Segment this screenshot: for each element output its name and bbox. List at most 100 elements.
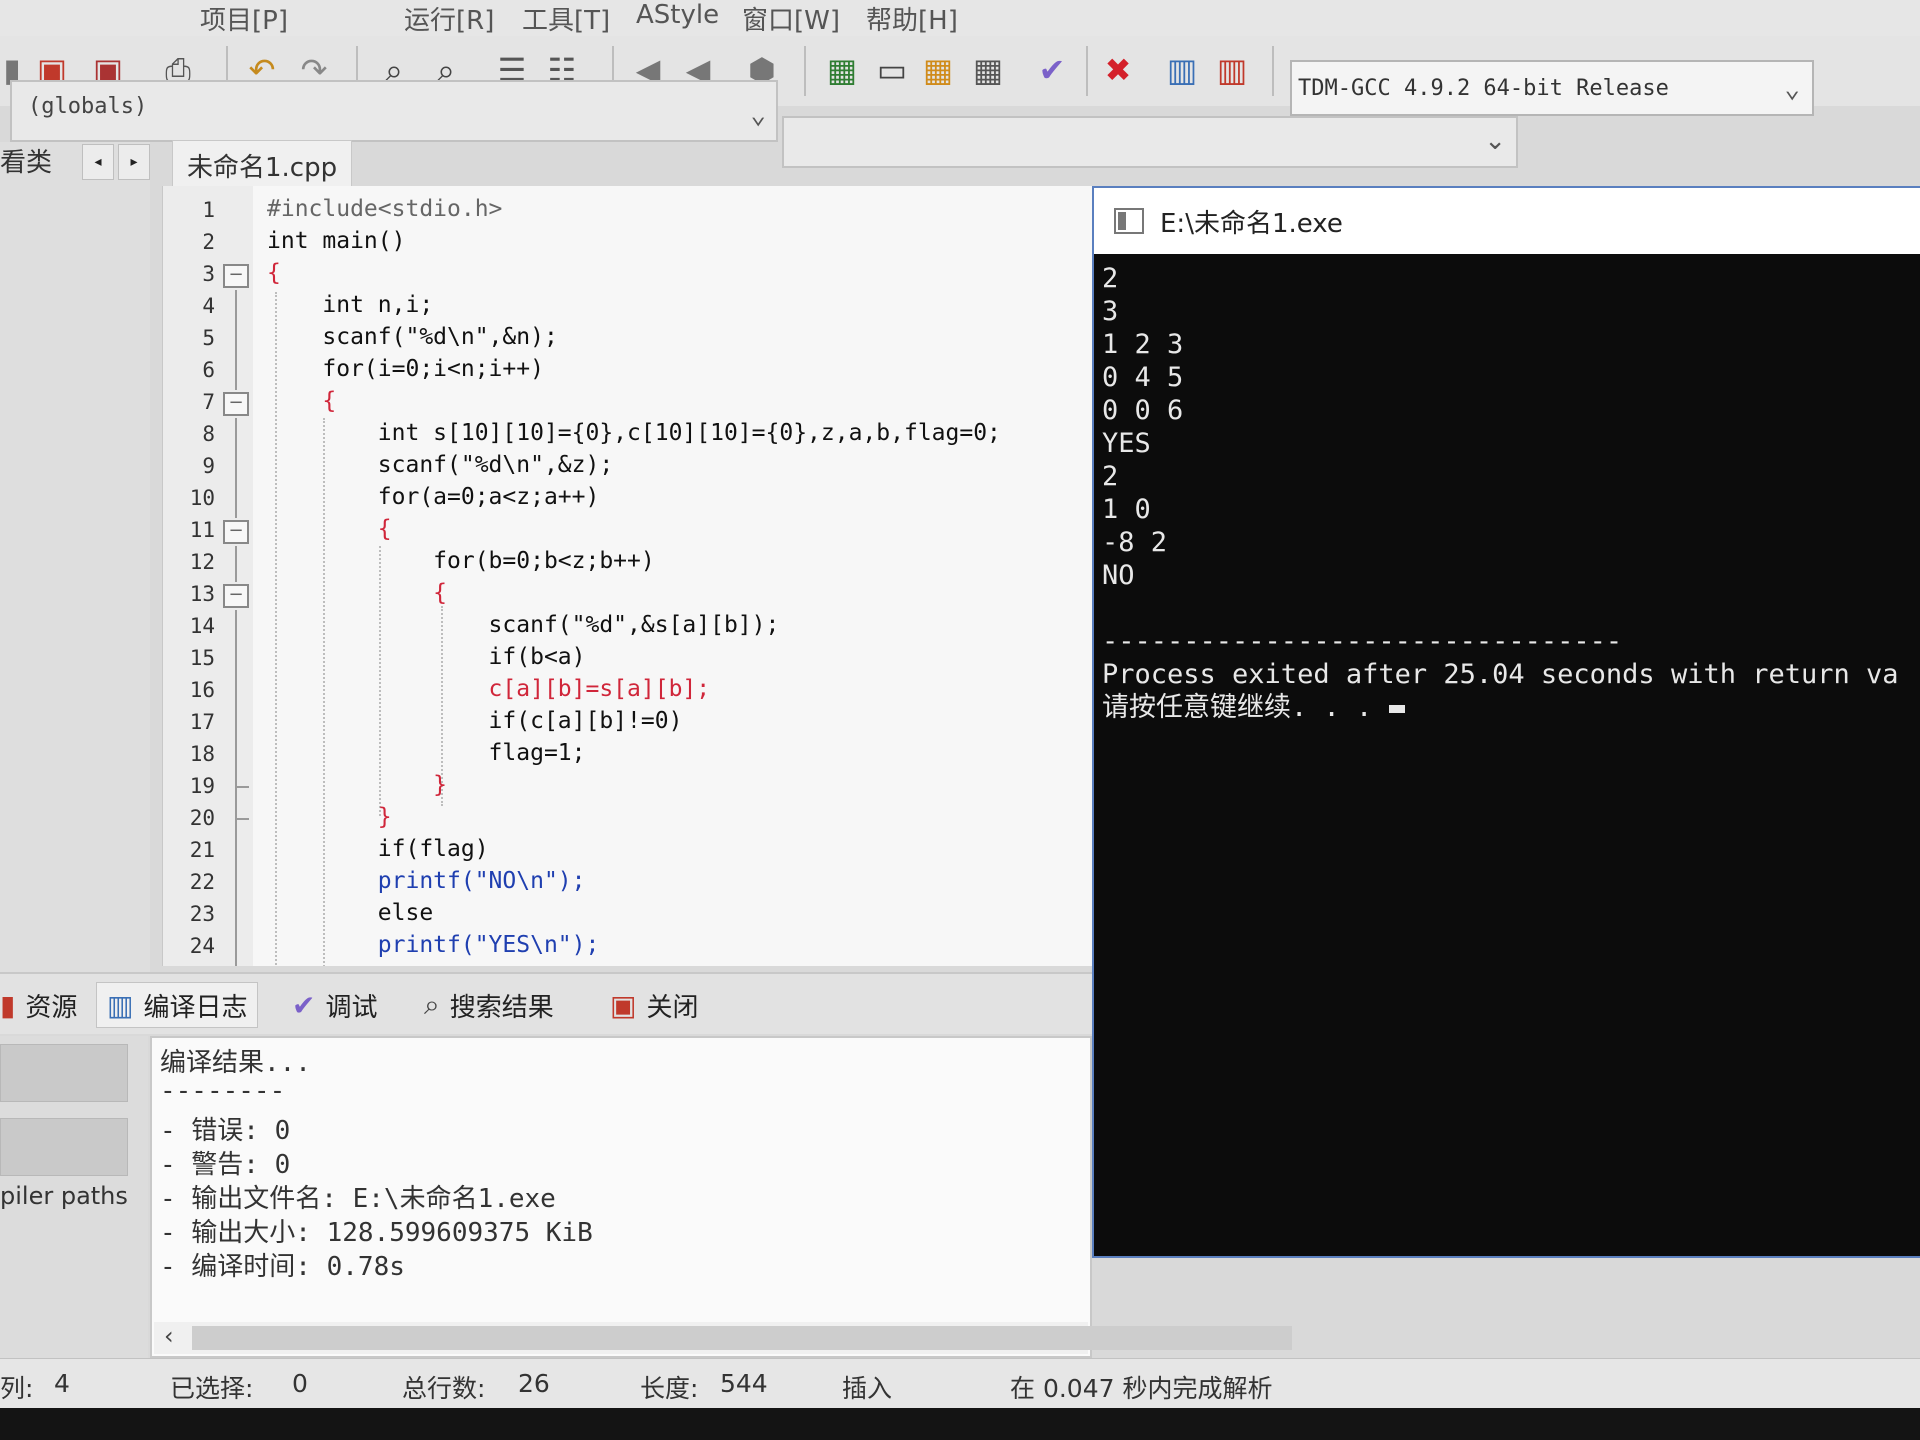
line-number-gutter: 1 2 3 4 5 6 7 8 9 10 11 12 13 14 15 16 1… bbox=[163, 186, 253, 966]
console-line: 2 bbox=[1102, 461, 1119, 492]
compiler-paths-label[interactable]: piler paths bbox=[0, 1182, 128, 1210]
code-line: #include<stdio.h> bbox=[267, 196, 503, 222]
file-tab-label: 未命名1.cpp bbox=[187, 153, 338, 183]
panel-slot bbox=[0, 1044, 128, 1102]
code-line: { bbox=[267, 580, 448, 606]
log-line: 编译结果... bbox=[160, 1048, 311, 1078]
search-icon: ⌕ bbox=[424, 988, 440, 1021]
log-line: - 警告: 0 bbox=[160, 1150, 291, 1180]
status-length-value: 544 bbox=[720, 1369, 768, 1398]
tab-resources[interactable]: ▮ 资源 bbox=[0, 982, 77, 1028]
menu-window[interactable]: 窗口[W] bbox=[742, 0, 840, 37]
line-number: 4 bbox=[202, 294, 215, 318]
code-line: for(b=0;b<z;b++) bbox=[267, 548, 655, 574]
resource-icon: ▮ bbox=[0, 988, 16, 1022]
status-total-value: 26 bbox=[518, 1369, 550, 1398]
tab-prev-button[interactable]: ◂ bbox=[82, 144, 114, 180]
compile-run-icon[interactable]: ▦ bbox=[916, 48, 960, 92]
tab-debug[interactable]: ✔ 调试 bbox=[292, 982, 377, 1028]
fold-toggle-icon[interactable]: − bbox=[223, 584, 249, 608]
tab-compile-log[interactable]: ▥ 编译日志 bbox=[96, 982, 259, 1028]
code-editor[interactable]: 1 2 3 4 5 6 7 8 9 10 11 12 13 14 15 16 1… bbox=[162, 186, 1102, 966]
status-col-value: 4 bbox=[54, 1369, 70, 1398]
fold-toggle-icon[interactable]: − bbox=[223, 392, 249, 416]
check-icon: ✔ bbox=[292, 988, 316, 1022]
profile-chart-icon[interactable]: ▥ bbox=[1160, 48, 1204, 92]
log-line: -------- bbox=[160, 1076, 286, 1106]
line-number: 22 bbox=[189, 870, 215, 894]
console-titlebar[interactable]: E:\未命名1.exe bbox=[1094, 188, 1920, 254]
console-window[interactable]: E:\未命名1.exe 231 2 30 4 50 0 6 YES 2 1 0 -8 2… bbox=[1092, 186, 1920, 1258]
tab-label: 编译日志 bbox=[143, 992, 248, 1023]
line-number: 18 bbox=[189, 742, 215, 766]
line-number: 17 bbox=[189, 710, 215, 734]
line-number: 10 bbox=[189, 486, 215, 510]
menu-bar: 项目[P] 运行[R] 工具[T] AStyle 窗口[W] 帮助[H] bbox=[0, 0, 1920, 36]
scroll-thumb[interactable] bbox=[192, 1326, 1292, 1350]
log-line: - 输出文件名: E:\未命名1.exe bbox=[160, 1184, 556, 1214]
line-number: 11 bbox=[189, 518, 215, 542]
console-line: 3 bbox=[1102, 296, 1119, 327]
code-line: scanf("%d\n",&z); bbox=[267, 452, 614, 478]
chevron-down-icon: ⌄ bbox=[750, 100, 766, 130]
code-line: } bbox=[267, 772, 448, 798]
code-line: int main() bbox=[267, 228, 406, 254]
code-line: } bbox=[267, 804, 392, 830]
scroll-left-icon[interactable]: ‹ bbox=[164, 1322, 174, 1350]
fold-toggle-icon[interactable]: − bbox=[223, 264, 249, 288]
bottom-panel-tabs: ▮ 资源 ▥ 编译日志 ✔ 调试 ⌕ 搜索结果 ▣ 关闭 bbox=[0, 972, 1092, 1034]
run-icon[interactable]: ▭ bbox=[870, 48, 914, 92]
line-number: 7 bbox=[202, 390, 215, 414]
line-number: 20 bbox=[189, 806, 215, 830]
compile-log[interactable]: 编译结果... -------- - 错误: 0 - 警告: 0 - 输出文件名… bbox=[150, 1036, 1292, 1358]
compile-icon[interactable]: ▦ bbox=[820, 48, 864, 92]
console-line: 1 0 bbox=[1102, 494, 1151, 525]
globals-combo[interactable]: (globals) ⌄ bbox=[10, 80, 778, 142]
code-line: if(b<a) bbox=[267, 644, 586, 670]
horizontal-scrollbar[interactable]: ‹ bbox=[154, 1322, 1292, 1354]
compiler-select[interactable]: TDM-GCC 4.9.2 64-bit Release ⌄ bbox=[1290, 60, 1814, 116]
code-line: printf("YES\n"); bbox=[267, 932, 600, 958]
bar-chart-icon: ▥ bbox=[107, 988, 134, 1022]
status-bar: 列: 4 已选择: 0 总行数: 26 长度: 544 插入 在 0.047 秒… bbox=[0, 1358, 1920, 1408]
console-output: 231 2 30 4 50 0 6 YES 2 1 0 -8 2 NO ----------… bbox=[1102, 262, 1920, 724]
console-line: -8 2 bbox=[1102, 527, 1168, 558]
compiler-select-value: TDM-GCC 4.9.2 64-bit Release bbox=[1298, 75, 1669, 101]
line-number: 8 bbox=[202, 422, 215, 446]
tab-search-results[interactable]: ⌕ 搜索结果 bbox=[424, 982, 554, 1028]
code-line: int s[10][10]={0},c[10][10]={0},z,a,b,fl… bbox=[267, 420, 1001, 446]
code-line: for(i=0;i<n;i++) bbox=[267, 356, 544, 382]
delete-profile-icon[interactable]: ▥ bbox=[1210, 48, 1254, 92]
debug-check-icon[interactable]: ✔ bbox=[1030, 48, 1074, 92]
console-line: NO bbox=[1102, 560, 1135, 591]
class-browser-pane bbox=[0, 142, 150, 972]
stop-icon[interactable]: ✖ bbox=[1096, 48, 1140, 92]
globals-value: (globals) bbox=[28, 94, 148, 119]
console-title: E:\未命名1.exe bbox=[1160, 208, 1343, 239]
line-number: 5 bbox=[202, 326, 215, 350]
line-number: 3 bbox=[202, 262, 215, 286]
log-line: - 编译时间: 0.78s bbox=[160, 1252, 405, 1282]
menu-project[interactable]: 项目[P] bbox=[200, 0, 288, 37]
line-number: 15 bbox=[189, 646, 215, 670]
line-number: 23 bbox=[189, 902, 215, 926]
tab-file-untitled1[interactable]: 未命名1.cpp bbox=[172, 140, 353, 186]
code-line: int n,i; bbox=[267, 292, 434, 318]
tab-next-button[interactable]: ▸ bbox=[118, 144, 150, 180]
fold-toggle-icon[interactable]: − bbox=[223, 520, 249, 544]
log-line: - 错误: 0 bbox=[160, 1116, 291, 1146]
menu-tools[interactable]: 工具[T] bbox=[522, 0, 610, 37]
console-line: 请按任意键继续. . . bbox=[1102, 692, 1389, 723]
menu-help[interactable]: 帮助[H] bbox=[866, 0, 958, 37]
tab-close[interactable]: ▣ 关闭 bbox=[610, 982, 698, 1028]
class-browser-tab[interactable]: 看类 bbox=[0, 142, 52, 179]
rebuild-icon[interactable]: ▦ bbox=[966, 48, 1010, 92]
code-line: printf("NO\n"); bbox=[267, 868, 586, 894]
menu-astyle[interactable]: AStyle bbox=[636, 0, 719, 30]
menu-run[interactable]: 运行[R] bbox=[404, 0, 494, 37]
code-line: scanf("%d",&s[a][b]); bbox=[267, 612, 780, 638]
code-line: { bbox=[267, 516, 392, 542]
member-combo[interactable]: ⌄ bbox=[782, 116, 1518, 168]
line-number: 12 bbox=[189, 550, 215, 574]
line-number: 24 bbox=[189, 934, 215, 958]
